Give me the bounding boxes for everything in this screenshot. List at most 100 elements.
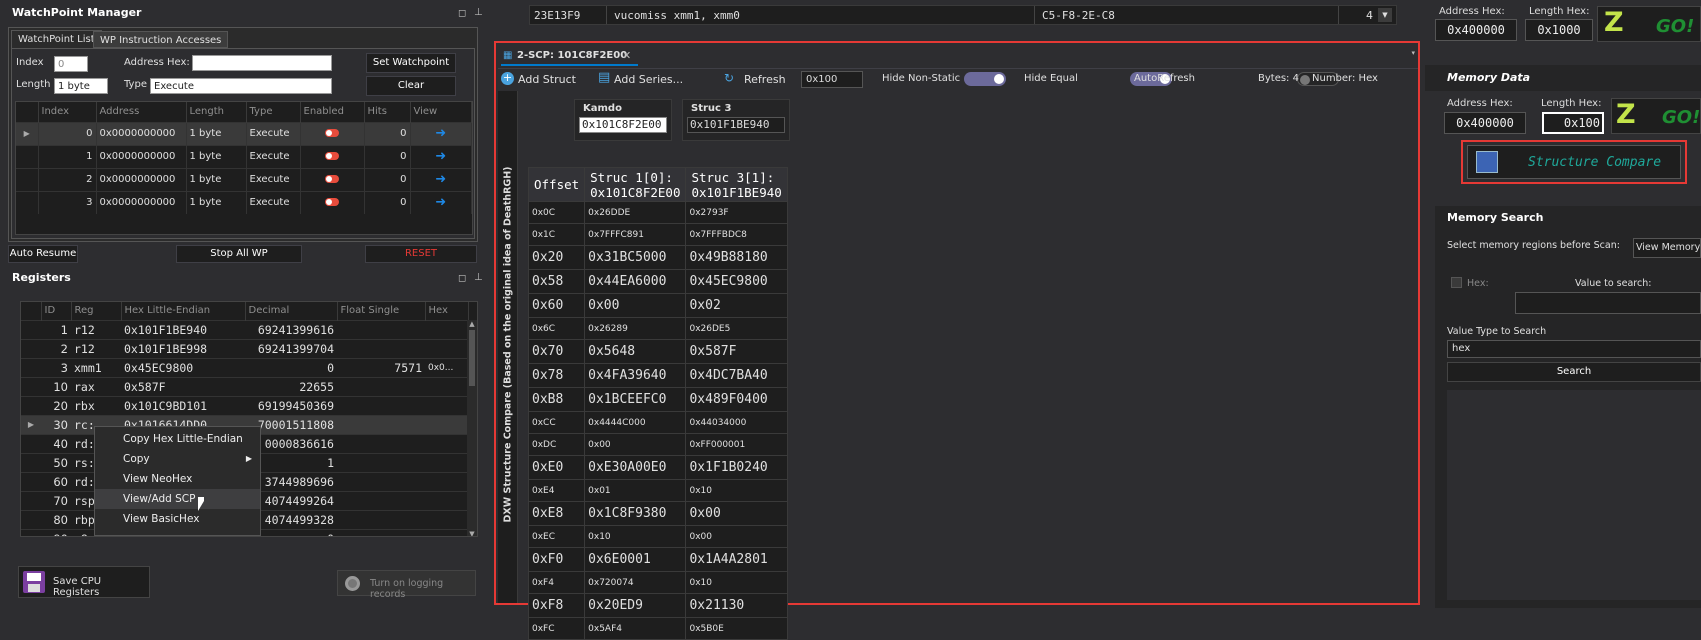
row-selector[interactable] (21, 319, 41, 339)
register-row[interactable]: 2 r12 0x101F1BE998 69241399704 (21, 338, 469, 358)
pin-icon[interactable]: ⊥ (474, 272, 483, 283)
wp-enabled[interactable] (300, 167, 365, 191)
scroll-up-icon[interactable]: ▲ (467, 320, 477, 328)
add-series-button[interactable]: Add Series... (614, 73, 683, 86)
col-index[interactable]: Index (38, 102, 97, 122)
enabled-toggle-icon[interactable] (325, 175, 339, 183)
add-struct-button[interactable]: Add Struct (518, 73, 576, 86)
col-hex-le[interactable]: Hex Little-Endian (121, 302, 246, 320)
watchpoint-row[interactable]: 2 0x0000000000 1 byte Execute 0 ➜ (16, 167, 472, 191)
pin-icon[interactable]: ⊥ (474, 7, 483, 18)
search-button[interactable]: Search (1447, 362, 1701, 382)
row-selector[interactable] (21, 471, 41, 491)
watchpoint-row[interactable]: 3 0x0000000000 1 byte Execute 0 ➜ (16, 190, 472, 214)
disasm-row[interactable]: 23E13F9 vucomiss xmm1, xmm0 C5-F8-2E-C8 … (529, 5, 1397, 25)
menu-item-view-basichex[interactable]: View BasicHex (95, 509, 260, 529)
row-selector[interactable] (21, 452, 41, 472)
struct-card-2-address[interactable]: 0x101F1BE940 (687, 117, 785, 133)
md-address-field[interactable]: 0x400000 (1444, 112, 1526, 134)
struct-row[interactable]: 0xE8 0x1C8F9380 0x00 (527, 501, 788, 526)
panel-menu-icon[interactable]: ▾ (1411, 49, 1415, 57)
wp-view[interactable]: ➜ (410, 144, 472, 168)
register-row[interactable]: 20 rbx 0x101C9BD101 69199450369 (21, 395, 469, 415)
view-memory-button[interactable]: View Memory M (1633, 238, 1701, 258)
struct-row[interactable]: 0xF4 0x720074 0x10 (527, 571, 788, 594)
register-row[interactable]: 10 rax 0x587F 22655 (21, 376, 469, 396)
row-selector[interactable] (21, 338, 41, 358)
scp-tab[interactable]: ▦ 2-SCP: 101C8F2E00 ✕ (501, 46, 638, 66)
register-row[interactable]: 3 xmm1 0x45EC9800 0 7571 0x0... (21, 357, 469, 377)
scroll-down-icon[interactable]: ▼ (467, 530, 477, 536)
wp-enabled[interactable] (300, 190, 365, 214)
struct-row[interactable]: 0x58 0x44EA6000 0x45EC9800 (527, 269, 788, 294)
watchpoint-row[interactable]: 1 0x0000000000 1 byte Execute 0 ➜ (16, 144, 472, 168)
dropdown-icon[interactable]: ▼ (1378, 8, 1392, 22)
top-go-button[interactable]: Z GO! (1597, 6, 1701, 42)
length-field[interactable] (54, 78, 108, 94)
menu-item-view-add-scp[interactable]: View/Add SCP (95, 489, 260, 509)
arrow-right-icon[interactable]: ➜ (435, 126, 446, 141)
struct-row[interactable]: 0xE4 0x01 0x10 (527, 479, 788, 502)
struct-row[interactable]: 0xB8 0x1BCEEFC0 0x489F0400 (527, 387, 788, 412)
logging-button[interactable]: Turn on logging records (337, 570, 476, 600)
struct-row[interactable]: 0x1C 0x7FFFC891 0x7FFFBDC8 (527, 223, 788, 246)
col-id[interactable]: ID (41, 302, 72, 320)
clear-button[interactable]: Clear (366, 76, 456, 96)
hex-checkbox[interactable] (1451, 277, 1462, 288)
struct-card-1-address[interactable]: 0x101C8F2E00 (579, 117, 667, 133)
col-enabled[interactable]: Enabled (300, 102, 365, 122)
col-float[interactable]: Float Single (337, 302, 426, 320)
struct-row[interactable]: 0xDC 0x00 0xFF000001 (527, 433, 788, 456)
row-selector[interactable] (21, 357, 41, 377)
row-selector[interactable] (21, 433, 41, 453)
watchpoint-row[interactable]: ▶ 0 0x0000000000 1 byte Execute 0 ➜ (16, 121, 472, 145)
struct-row[interactable]: 0xF8 0x20ED9 0x21130 (527, 593, 788, 618)
scrollbar-thumb[interactable] (469, 330, 475, 386)
md-length-field[interactable]: 0x100 (1542, 112, 1604, 134)
row-selector[interactable] (21, 490, 41, 510)
index-field[interactable] (54, 56, 88, 72)
value-type-select[interactable]: hex (1447, 340, 1701, 358)
menu-item-view-neohex[interactable]: View NeoHex (95, 469, 260, 489)
stop-all-wp-button[interactable]: Stop All WP (176, 245, 302, 263)
row-selector[interactable] (21, 395, 41, 415)
arrow-right-icon[interactable]: ➜ (435, 195, 446, 210)
struct-card-1[interactable]: Kamdo 0x101C8F2E00 (574, 99, 672, 141)
menu-item-copy-hex-le[interactable]: Copy Hex Little-Endian (95, 429, 260, 449)
col-address[interactable]: Address (96, 102, 187, 122)
struct-row[interactable]: 0xCC 0x4444C000 0x44034000 (527, 411, 788, 434)
save-cpu-registers-button[interactable]: Save CPU Registers (18, 566, 150, 598)
col-offset[interactable]: Offset (527, 167, 586, 202)
row-selector[interactable]: ▶ (16, 121, 39, 145)
row-selector[interactable]: ▶ (21, 414, 41, 434)
col-hex[interactable]: Hex (425, 302, 469, 320)
struct-row[interactable]: 0x60 0x00 0x02 (527, 293, 788, 318)
col-length[interactable]: Length (186, 102, 247, 122)
auto-resume-button[interactable]: Auto Resume (8, 245, 78, 263)
address-hex-field[interactable] (192, 55, 332, 71)
struct-row[interactable]: 0x78 0x4FA39640 0x4DC7BA40 (527, 363, 788, 388)
value-to-search-field[interactable] (1515, 292, 1701, 314)
hide-non-static-toggle[interactable] (964, 72, 1006, 86)
struct-row[interactable]: 0x70 0x5648 0x587F (527, 339, 788, 364)
col-view[interactable]: View (410, 102, 472, 122)
row-selector[interactable] (16, 190, 39, 214)
enabled-toggle-icon[interactable] (325, 198, 339, 207)
register-row[interactable]: 1 r12 0x101F1BE940 69241399616 (21, 319, 469, 339)
refresh-button[interactable]: Refresh (744, 73, 786, 86)
md-go-button[interactable]: Z GO! (1611, 98, 1701, 134)
top-address-field[interactable]: 0x400000 (1435, 19, 1517, 41)
wp-enabled[interactable] (300, 144, 365, 168)
close-icon[interactable]: ✕ (622, 49, 631, 62)
maximize-icon[interactable]: ◻ (458, 273, 466, 284)
row-selector[interactable] (16, 144, 39, 168)
enabled-toggle-icon[interactable] (325, 129, 339, 137)
top-length-field[interactable]: 0x1000 (1525, 19, 1593, 41)
set-watchpoint-button[interactable]: Set Watchpoint (366, 53, 456, 73)
col-hits[interactable]: Hits (364, 102, 411, 122)
struct-row[interactable]: 0x6C 0x26289 0x26DE5 (527, 317, 788, 340)
row-selector[interactable] (21, 509, 41, 529)
struct-row[interactable]: 0xEC 0x10 0x00 (527, 525, 788, 548)
struct-row[interactable]: 0x0C 0x26DDE 0x2793F (527, 201, 788, 224)
struct-row[interactable]: 0xFC 0x5AF4 0x5B0E (527, 617, 788, 640)
